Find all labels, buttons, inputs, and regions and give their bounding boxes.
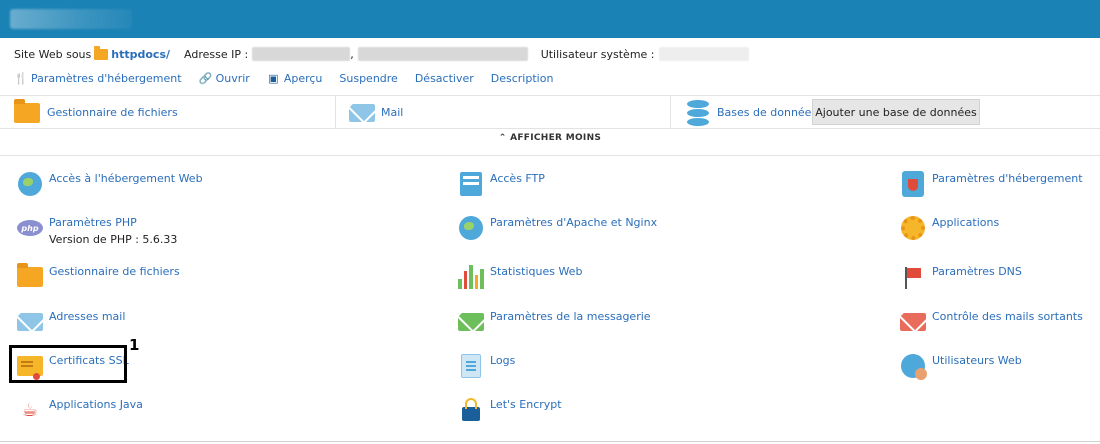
preview-icon: ▣ (268, 71, 279, 85)
log-document-icon (457, 352, 485, 380)
tool-label: Paramètres PHP (49, 216, 137, 229)
tool-label: Adresses mail (49, 310, 126, 323)
hosting-settings-icon (899, 170, 927, 198)
outgoing-mail-icon (899, 308, 927, 336)
tool-label: Accès FTP (490, 172, 545, 185)
action-disable[interactable]: Désactiver (415, 72, 474, 85)
tool-php-settings[interactable]: php Paramètres PHP Version de PHP : 5.6.… (16, 214, 177, 246)
tool-label: Utilisateurs Web (932, 354, 1022, 367)
tool-lets-encrypt[interactable]: Let's Encrypt (457, 396, 562, 424)
tool-mail-settings[interactable]: Paramètres de la messagerie (457, 308, 651, 336)
ip-address-blurred-1 (252, 47, 351, 61)
folder-icon (16, 263, 44, 291)
tool-apache-nginx-settings[interactable]: Paramètres d'Apache et Nginx (457, 214, 657, 242)
flag-icon (899, 263, 927, 291)
tool-outgoing-mail-control[interactable]: Contrôle des mails sortants (899, 308, 1083, 336)
site-prefix: Site Web sous (14, 47, 92, 61)
ip-label: Adresse IP : (184, 47, 249, 61)
mail-icon (16, 308, 44, 336)
chevron-up-icon: ⌃ (498, 133, 511, 143)
action-description[interactable]: Description (491, 72, 554, 85)
mail-settings-icon (457, 308, 485, 336)
show-less-label: AFFICHER MOINS (510, 133, 602, 143)
divider (670, 96, 671, 129)
tool-label: Paramètres d'Apache et Nginx (490, 216, 658, 229)
panel-mail[interactable]: Mail (349, 96, 403, 129)
add-database-button[interactable]: Ajouter une base de données (812, 99, 980, 125)
tool-label: Applications Java (49, 398, 143, 411)
globe-icon (16, 170, 44, 198)
tool-label: Statistiques Web (490, 265, 583, 278)
tool-ftp-access[interactable]: Accès FTP (457, 170, 545, 198)
lock-icon (457, 396, 485, 424)
tool-label: Contrôle des mails sortants (932, 310, 1083, 323)
panel-databases[interactable]: Bases de données (687, 96, 817, 129)
ftp-server-icon (457, 170, 485, 198)
tool-label: Paramètres de la messagerie (490, 310, 651, 323)
php-icon: php (16, 214, 44, 242)
show-less-toggle[interactable]: ⌃ AFFICHER MOINS (0, 133, 1100, 143)
hosting-settings-icon: 🍴 (14, 71, 28, 85)
gear-icon (899, 214, 927, 242)
tool-applications[interactable]: Applications (899, 214, 999, 242)
java-icon: ☕ (21, 399, 39, 421)
action-label: Désactiver (414, 71, 474, 85)
tool-label: Gestionnaire de fichiers (49, 265, 180, 278)
tool-label: Let's Encrypt (490, 398, 562, 411)
action-label: Suspendre (339, 71, 398, 85)
tool-label: Applications (932, 216, 1000, 229)
folder-icon (94, 45, 109, 60)
tool-label: Paramètres d'hébergement (932, 172, 1083, 185)
action-label: Aperçu (283, 71, 323, 85)
system-user-label: Utilisateur système : (540, 47, 655, 61)
web-users-icon (899, 352, 927, 380)
mail-icon (349, 103, 375, 122)
tool-dns-settings[interactable]: Paramètres DNS (899, 263, 1022, 291)
tool-mail-addresses[interactable]: Adresses mail (16, 308, 125, 336)
quick-panels: Gestionnaire de fichiers Mail Bases de d… (0, 95, 1100, 129)
panel-file-manager[interactable]: Gestionnaire de fichiers (14, 96, 178, 129)
action-open[interactable]: 🔗 Ouvrir (199, 72, 250, 85)
divider (335, 96, 336, 129)
action-preview[interactable]: ▣ Aperçu (267, 71, 323, 85)
database-icon (687, 99, 709, 126)
open-icon: 🔗 (198, 71, 213, 85)
system-user-blurred (658, 47, 749, 61)
bar-chart-icon (457, 263, 485, 291)
php-version-text: Version de PHP : 5.6.33 (49, 233, 178, 246)
action-label: Paramètres d'hébergement (31, 71, 182, 85)
tool-java-applications[interactable]: ☕ Applications Java (16, 396, 143, 424)
action-hosting-settings[interactable]: 🍴 Paramètres d'hébergement (14, 72, 182, 85)
action-label: Description (490, 71, 554, 85)
tool-logs[interactable]: Logs (457, 352, 515, 380)
divider (0, 441, 1100, 442)
site-actions-bar: 🍴 Paramètres d'hébergement 🔗 Ouvrir ▣ Ap… (14, 70, 570, 86)
tool-web-statistics[interactable]: Statistiques Web (457, 263, 582, 291)
web-server-icon (457, 214, 485, 242)
tool-label: Paramètres DNS (932, 265, 1022, 278)
panel-label: Bases de données (717, 106, 818, 119)
tool-label: Logs (490, 354, 516, 367)
site-info-line: Site Web sous httpdocs/ Adresse IP : , U… (14, 45, 749, 62)
tool-web-hosting-access[interactable]: Accès à l'hébergement Web (16, 170, 203, 198)
highlight-box (9, 345, 127, 383)
tool-web-users[interactable]: Utilisateurs Web (899, 352, 1022, 380)
tool-hosting-settings[interactable]: Paramètres d'hébergement (899, 170, 1083, 198)
divider (0, 155, 1100, 156)
panel-label: Gestionnaire de fichiers (47, 106, 178, 119)
tool-label: Accès à l'hébergement Web (49, 172, 203, 185)
ip-separator: , (350, 47, 354, 61)
panel-label: Mail (381, 106, 404, 119)
top-header-bar (0, 0, 1100, 38)
action-suspend[interactable]: Suspendre (339, 72, 397, 85)
ip-address-blurred-2 (357, 47, 528, 61)
tool-file-manager[interactable]: Gestionnaire de fichiers (16, 263, 180, 291)
action-label: Ouvrir (215, 71, 250, 85)
domain-name-blurred (10, 9, 132, 29)
folder-icon (14, 98, 40, 123)
annotation-number: 1 (129, 336, 140, 354)
docroot-link[interactable]: httpdocs/ (111, 48, 170, 61)
